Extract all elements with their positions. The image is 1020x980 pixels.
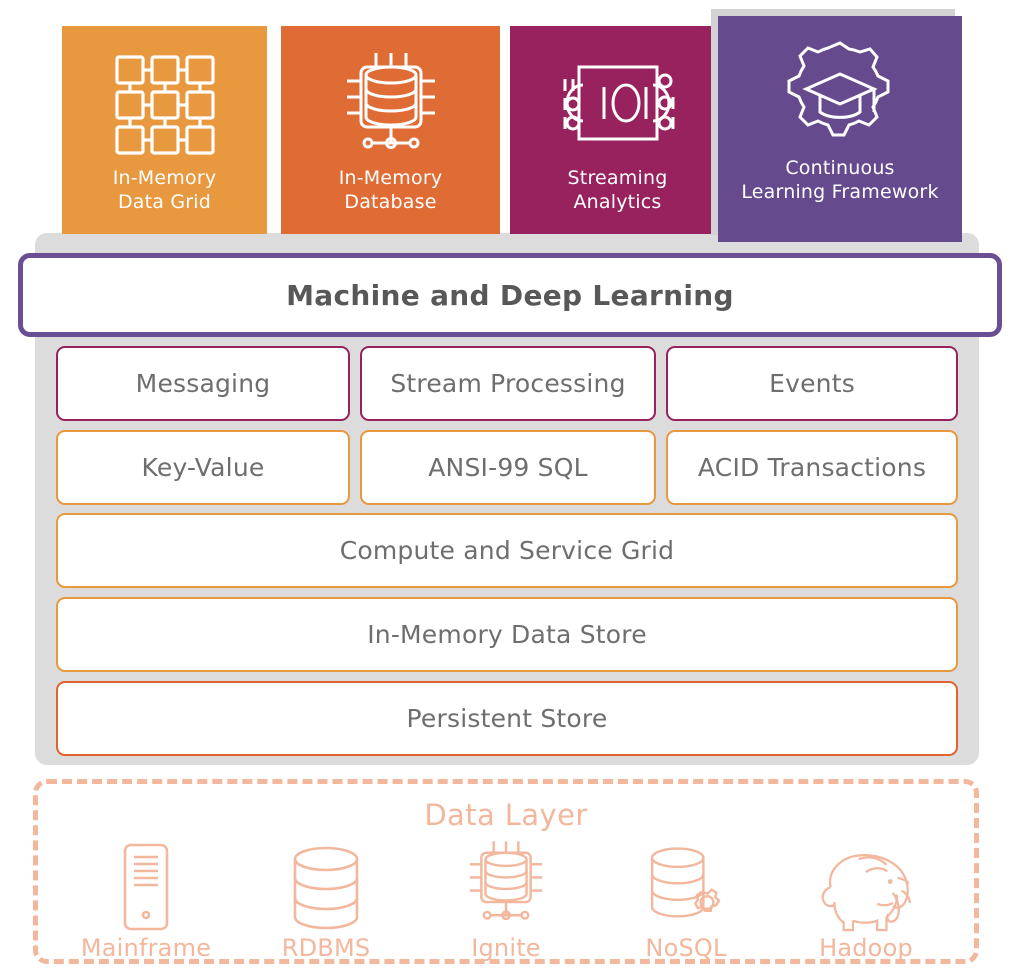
elephant-icon xyxy=(812,840,920,932)
platform-box-messaging[interactable]: Messaging xyxy=(56,346,350,421)
platform-box-label: Events xyxy=(769,369,855,398)
platform-box-ansi-99-sql[interactable]: ANSI-99 SQL xyxy=(360,430,656,505)
data-layer-items: Mainframe RDBMS Ignite NoSQL Hadoop xyxy=(56,836,956,962)
data-layer-item-hadoop[interactable]: Hadoop xyxy=(781,840,951,962)
binary-stream-icon xyxy=(543,50,693,160)
mainframe-tower-icon xyxy=(113,840,179,932)
capability-tile-label: In-Memory Data Grid xyxy=(112,167,217,214)
platform-box-label: Compute and Service Grid xyxy=(339,536,675,565)
platform-box-label: ANSI-99 SQL xyxy=(428,453,588,482)
platform-box-acid-transactions[interactable]: ACID Transactions xyxy=(666,430,958,505)
capability-tile-label: In-Memory Database xyxy=(338,167,443,214)
capability-tiles-row: In-Memory Data Grid In-Memory Database S… xyxy=(62,8,962,242)
platform-box-label: Persistent Store xyxy=(406,704,608,733)
database-cylinder-icon xyxy=(286,840,366,932)
machine-deep-learning-banner[interactable]: Machine and Deep Learning xyxy=(18,253,1002,337)
machine-deep-learning-label: Machine and Deep Learning xyxy=(286,278,734,312)
capability-tile-in-memory-database[interactable]: In-Memory Database xyxy=(281,26,500,234)
data-layer-item-ignite[interactable]: Ignite xyxy=(421,840,591,962)
data-layer-title: Data Layer xyxy=(424,798,588,832)
data-layer-item-label: Ignite xyxy=(471,934,541,962)
capability-tile-streaming-analytics[interactable]: Streaming Analytics xyxy=(510,26,725,234)
platform-box-in-memory-data-store[interactable]: In-Memory Data Store xyxy=(56,597,958,672)
data-layer-section: Data Layer Mainframe RDBMS Ignite NoSQL … xyxy=(33,779,979,964)
platform-box-stream-processing[interactable]: Stream Processing xyxy=(360,346,656,421)
data-layer-item-mainframe[interactable]: Mainframe xyxy=(61,840,231,962)
data-layer-item-label: Mainframe xyxy=(80,934,212,962)
data-layer-item-rdbms[interactable]: RDBMS xyxy=(241,840,411,962)
capability-tile-label: Continuous Learning Framework xyxy=(741,157,939,204)
chip-database-icon xyxy=(335,50,447,160)
capability-tile-label: Streaming Analytics xyxy=(567,167,668,214)
platform-box-persistent-store[interactable]: Persistent Store xyxy=(56,681,958,756)
platform-box-events[interactable]: Events xyxy=(666,346,958,421)
architecture-diagram: In-Memory Data Grid In-Memory Database S… xyxy=(0,0,1020,980)
chip-database-icon xyxy=(460,840,552,932)
grid-nodes-icon xyxy=(111,50,219,160)
platform-box-key-value[interactable]: Key-Value xyxy=(56,430,350,505)
capability-tile-continuous-learning-framework[interactable]: Continuous Learning Framework xyxy=(718,16,962,242)
platform-box-label: Stream Processing xyxy=(390,369,626,398)
data-layer-item-nosql[interactable]: NoSQL xyxy=(601,840,771,962)
platform-box-compute-and-service-grid[interactable]: Compute and Service Grid xyxy=(56,513,958,588)
gear-graduation-cap-icon xyxy=(782,40,898,150)
data-layer-item-label: RDBMS xyxy=(281,934,371,962)
platform-box-label: In-Memory Data Store xyxy=(367,620,647,649)
platform-box-label: Key-Value xyxy=(141,453,265,482)
capability-tile-in-memory-data-grid[interactable]: In-Memory Data Grid xyxy=(62,26,267,234)
platform-box-label: Messaging xyxy=(135,369,271,398)
database-gear-icon xyxy=(643,840,729,932)
data-layer-item-label: Hadoop xyxy=(819,934,913,962)
data-layer-item-label: NoSQL xyxy=(645,934,727,962)
platform-box-label: ACID Transactions xyxy=(697,453,927,482)
